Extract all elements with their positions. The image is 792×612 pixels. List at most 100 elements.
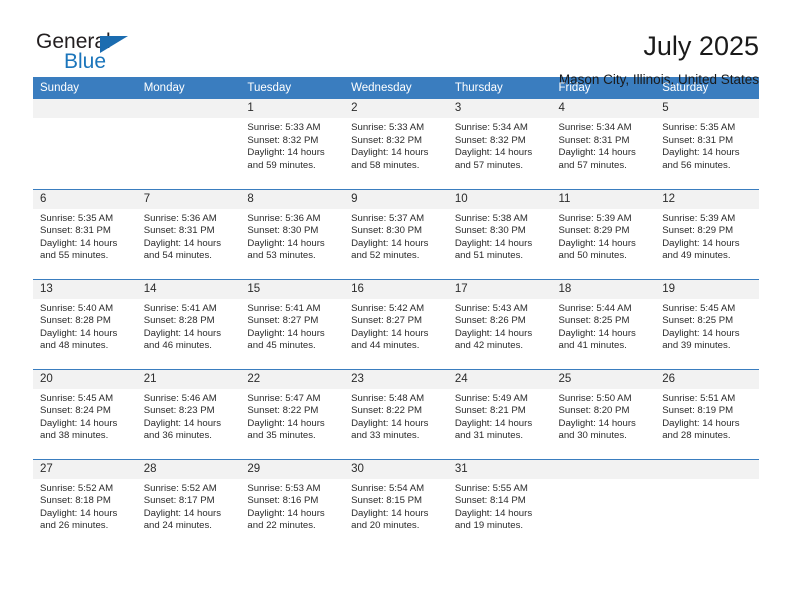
day-details: Sunrise: 5:45 AM Sunset: 8:24 PM Daylight:… bbox=[33, 389, 137, 443]
sunset-time: Sunset: 8:20 PM bbox=[558, 405, 630, 417]
day-cell-inner bbox=[136, 99, 241, 189]
daylight-duration-line2: and 54 minutes. bbox=[143, 250, 212, 262]
day-number: 28 bbox=[136, 459, 241, 479]
day-number bbox=[551, 459, 656, 479]
calendar-day-cell[interactable]: 1 Sunrise: 5:33 AM Sunset: 8:32 PM Daylight… bbox=[240, 99, 345, 189]
sunrise-time: Sunrise: 5:49 AM bbox=[454, 392, 528, 404]
day-number: 10 bbox=[447, 189, 552, 209]
daylight-duration-line2: and 39 minutes. bbox=[662, 340, 731, 352]
calendar-day-cell[interactable]: 8 Sunrise: 5:36 AM Sunset: 8:30 PM Daylight… bbox=[240, 188, 345, 279]
daylight-duration-line1: Daylight: 14 hours bbox=[662, 147, 740, 159]
calendar-day-cell[interactable]: 15 Sunrise: 5:41 AM Sunset: 8:27 PM Dayligh… bbox=[240, 278, 345, 369]
daylight-duration-line1: Daylight: 14 hours bbox=[143, 327, 222, 339]
calendar-day-cell[interactable]: 11 Sunrise: 5:39 AM Sunset: 8:29 PM Dayligh… bbox=[551, 188, 656, 279]
daylight-duration-line2: and 24 minutes. bbox=[143, 520, 212, 532]
calendar-day-cell[interactable]: 29 Sunrise: 5:53 AM Sunset: 8:16 PM Dayligh… bbox=[240, 458, 345, 550]
daylight-duration-line2: and 35 minutes. bbox=[247, 430, 316, 442]
calendar-week-row: 27 Sunrise: 5:52 AM Sunset: 8:18 PM Dayligh… bbox=[33, 458, 759, 550]
calendar-day-cell[interactable]: 30 Sunrise: 5:54 AM Sunset: 8:15 PM Dayligh… bbox=[344, 458, 448, 549]
day-details: Sunrise: 5:35 AM Sunset: 8:31 PM Daylight:… bbox=[33, 209, 137, 263]
daylight-duration-line2: and 19 minutes. bbox=[454, 520, 524, 532]
daylight-duration-line1: Daylight: 14 hours bbox=[351, 327, 429, 339]
calendar-day-cell[interactable]: 6 Sunrise: 5:35 AM Sunset: 8:31 PM Daylight… bbox=[33, 188, 137, 279]
calendar-day-cell[interactable]: 3 Sunrise: 5:34 AM Sunset: 8:32 PM Daylight… bbox=[447, 99, 552, 189]
calendar-day-cell[interactable]: 27 Sunrise: 5:52 AM Sunset: 8:18 PM Dayligh… bbox=[33, 458, 137, 549]
daylight-duration-line2: and 53 minutes. bbox=[247, 250, 316, 262]
day-cell-inner: 25 Sunrise: 5:50 AM Sunset: 8:20 PM Dayligh… bbox=[551, 369, 656, 459]
daylight-duration-line2: and 48 minutes. bbox=[40, 340, 109, 352]
calendar-day-cell[interactable]: 26 Sunrise: 5:51 AM Sunset: 8:19 PM Dayligh… bbox=[655, 368, 759, 459]
calendar-day-cell[interactable]: 31 Sunrise: 5:55 AM Sunset: 8:14 PM Dayligh… bbox=[447, 458, 552, 549]
calendar-day-cell[interactable]: 18 Sunrise: 5:44 AM Sunset: 8:25 PM Dayligh… bbox=[551, 278, 656, 369]
day-number: 31 bbox=[447, 459, 552, 479]
sunrise-time: Sunrise: 5:47 AM bbox=[247, 392, 321, 404]
sunset-time: Sunset: 8:31 PM bbox=[143, 225, 215, 237]
day-details: Sunrise: 5:36 AM Sunset: 8:31 PM Daylight:… bbox=[137, 209, 241, 263]
calendar-day-cell[interactable]: 25 Sunrise: 5:50 AM Sunset: 8:20 PM Dayligh… bbox=[551, 368, 656, 459]
calendar-day-cell[interactable]: 22 Sunrise: 5:47 AM Sunset: 8:22 PM Dayligh… bbox=[240, 368, 345, 459]
calendar-day-cell[interactable]: 2 Sunrise: 5:33 AM Sunset: 8:32 PM Daylight… bbox=[344, 99, 448, 189]
sunrise-sunset-calendar: Sunday Monday Tuesday Wednesday Thursday Frid… bbox=[33, 77, 759, 549]
day-cell-inner: 4 Sunrise: 5:34 AM Sunset: 8:31 PM Daylight… bbox=[551, 99, 656, 189]
day-cell-inner: 6 Sunrise: 5:35 AM Sunset: 8:31 PM Daylight… bbox=[33, 189, 137, 279]
sunrise-time: Sunrise: 5:41 AM bbox=[247, 302, 321, 314]
day-details: Sunrise: 5:38 AM Sunset: 8:30 PM Daylight:… bbox=[448, 209, 552, 263]
day-number: 15 bbox=[240, 279, 345, 299]
calendar-week-row: 1 Sunrise: 5:33 AM Sunset: 8:32 PM Daylight… bbox=[33, 99, 759, 189]
calendar-day-cell[interactable]: 24 Sunrise: 5:49 AM Sunset: 8:21 PM Dayligh… bbox=[447, 368, 552, 459]
day-cell-inner: 29 Sunrise: 5:53 AM Sunset: 8:16 PM Dayligh… bbox=[240, 459, 345, 550]
calendar-day-cell[interactable]: 20 Sunrise: 5:45 AM Sunset: 8:24 PM Dayligh… bbox=[33, 368, 137, 459]
sunset-time: Sunset: 8:17 PM bbox=[143, 495, 215, 507]
day-details: Sunrise: 5:43 AM Sunset: 8:26 PM Daylight:… bbox=[448, 299, 552, 353]
sunrise-time: Sunrise: 5:45 AM bbox=[662, 302, 736, 314]
daylight-duration-line1: Daylight: 14 hours bbox=[351, 147, 429, 159]
calendar-day-cell[interactable]: 28 Sunrise: 5:52 AM Sunset: 8:17 PM Dayligh… bbox=[136, 458, 241, 549]
daylight-duration-line2: and 50 minutes. bbox=[558, 250, 627, 262]
day-cell-inner: 22 Sunrise: 5:47 AM Sunset: 8:22 PM Dayligh… bbox=[240, 369, 345, 459]
sunset-time: Sunset: 8:28 PM bbox=[40, 315, 111, 327]
calendar-day-cell[interactable]: 9 Sunrise: 5:37 AM Sunset: 8:30 PM Daylight… bbox=[344, 188, 448, 279]
sunset-time: Sunset: 8:27 PM bbox=[351, 315, 423, 327]
calendar-day-cell[interactable]: 17 Sunrise: 5:43 AM Sunset: 8:26 PM Dayligh… bbox=[447, 278, 552, 369]
sunrise-time: Sunrise: 5:52 AM bbox=[40, 482, 114, 494]
calendar-day-cell[interactable]: 7 Sunrise: 5:36 AM Sunset: 8:31 PM Daylight… bbox=[136, 188, 241, 279]
calendar-day-cell[interactable]: 5 Sunrise: 5:35 AM Sunset: 8:31 PM Daylight… bbox=[655, 99, 759, 189]
general-blue-logo[interactable]: General Blue bbox=[33, 30, 176, 76]
daylight-duration-line1: Daylight: 14 hours bbox=[351, 237, 429, 249]
calendar-day-cell[interactable]: 21 Sunrise: 5:46 AM Sunset: 8:23 PM Dayligh… bbox=[136, 368, 241, 459]
day-details: Sunrise: 5:52 AM Sunset: 8:18 PM Daylight:… bbox=[33, 479, 137, 533]
calendar-week-row: 6 Sunrise: 5:35 AM Sunset: 8:31 PM Daylight… bbox=[33, 188, 759, 279]
sunrise-time: Sunrise: 5:36 AM bbox=[247, 212, 321, 224]
calendar-day-cell[interactable]: 10 Sunrise: 5:38 AM Sunset: 8:30 PM Dayligh… bbox=[447, 188, 552, 279]
calendar-body: 1 Sunrise: 5:33 AM Sunset: 8:32 PM Daylight… bbox=[33, 99, 759, 549]
daylight-duration-line1: Daylight: 14 hours bbox=[662, 237, 740, 249]
calendar-day-cell[interactable]: 23 Sunrise: 5:48 AM Sunset: 8:22 PM Dayligh… bbox=[344, 368, 448, 459]
day-details: Sunrise: 5:53 AM Sunset: 8:16 PM Daylight:… bbox=[240, 479, 344, 533]
calendar-day-cell[interactable]: 19 Sunrise: 5:45 AM Sunset: 8:25 PM Dayligh… bbox=[655, 278, 759, 369]
calendar-day-cell[interactable]: 13 Sunrise: 5:40 AM Sunset: 8:28 PM Dayligh… bbox=[33, 278, 137, 369]
calendar-day-cell[interactable]: 12 Sunrise: 5:39 AM Sunset: 8:29 PM Dayligh… bbox=[655, 188, 759, 279]
day-cell-inner bbox=[551, 459, 656, 550]
day-number: 6 bbox=[33, 189, 137, 209]
calendar-day-cell[interactable]: 4 Sunrise: 5:34 AM Sunset: 8:31 PM Daylight… bbox=[551, 99, 656, 189]
daylight-duration-line1: Daylight: 14 hours bbox=[454, 147, 533, 159]
day-cell-inner: 9 Sunrise: 5:37 AM Sunset: 8:30 PM Daylight… bbox=[344, 189, 448, 279]
sunrise-time: Sunrise: 5:46 AM bbox=[143, 392, 217, 404]
day-number: 18 bbox=[551, 279, 656, 299]
calendar-day-cell[interactable]: 16 Sunrise: 5:42 AM Sunset: 8:27 PM Dayligh… bbox=[344, 278, 448, 369]
sunrise-time: Sunrise: 5:52 AM bbox=[143, 482, 217, 494]
daylight-duration-line1: Daylight: 14 hours bbox=[247, 147, 325, 159]
daylight-duration-line1: Daylight: 14 hours bbox=[247, 417, 325, 429]
day-number: 21 bbox=[136, 369, 241, 389]
sunrise-time: Sunrise: 5:53 AM bbox=[247, 482, 321, 494]
title-block: July 2025 Mason City, Illinois, United S… bbox=[559, 30, 759, 89]
day-details: Sunrise: 5:50 AM Sunset: 8:20 PM Daylight:… bbox=[552, 389, 656, 443]
daylight-duration-line1: Daylight: 14 hours bbox=[662, 417, 740, 429]
sunset-time: Sunset: 8:21 PM bbox=[454, 405, 526, 417]
calendar-week-row: 13 Sunrise: 5:40 AM Sunset: 8:28 PM Dayligh… bbox=[33, 278, 759, 369]
sunrise-time: Sunrise: 5:50 AM bbox=[558, 392, 632, 404]
day-number: 1 bbox=[240, 99, 345, 118]
calendar-day-cell[interactable]: 14 Sunrise: 5:41 AM Sunset: 8:28 PM Dayligh… bbox=[136, 278, 241, 369]
sunset-time: Sunset: 8:26 PM bbox=[454, 315, 526, 327]
daylight-duration-line2: and 30 minutes. bbox=[558, 430, 627, 442]
